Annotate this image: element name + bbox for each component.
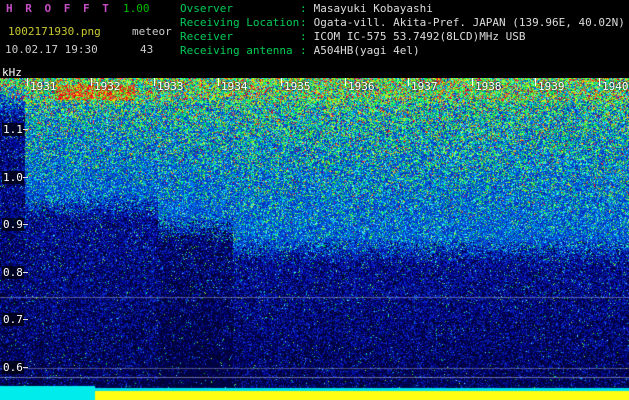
observer-row-label: Receiver — [180, 30, 233, 43]
observer-row-separator: : — [300, 44, 307, 57]
app-title: H R O F F T — [6, 2, 112, 15]
app-version: 1.00 — [123, 2, 150, 15]
observer-row: Receiving antenna: A504HB(yagi 4el) — [180, 44, 625, 58]
observer-row-value: A504HB(yagi 4el) — [313, 44, 420, 57]
observer-row: Receiver: ICOM IC-575 53.7492(8LCD)MHz US… — [180, 30, 625, 44]
output-filename: 1002171930.png — [8, 25, 101, 38]
hrofft-window: H R O F F T 1.00 1002171930.png meteor 1… — [0, 0, 629, 400]
observer-row-label: Ovserver — [180, 2, 233, 15]
observation-datetime: 10.02.17 19:30 — [5, 43, 98, 56]
observer-row: Receiving Location: Ogata-vill. Akita-Pre… — [180, 16, 625, 30]
spectrogram-canvas — [0, 78, 629, 400]
mode-label: meteor — [132, 25, 172, 38]
echo-count: 43 — [140, 43, 154, 56]
observer-row-separator: : — [300, 16, 307, 29]
observer-row-value: ICOM IC-575 53.7492(8LCD)MHz USB — [313, 30, 526, 43]
observer-row-separator: : — [300, 30, 307, 43]
observer-row-label: Receiving Location — [180, 16, 300, 29]
observer-row-separator: : — [300, 2, 307, 15]
observer-info-block: Ovserver: Masayuki Kobayashi Receiving Loc… — [180, 2, 625, 58]
observer-row-value: Masayuki Kobayashi — [313, 2, 433, 15]
observer-row-value: Ogata-vill. Akita-Pref. JAPAN (139.96E, … — [313, 16, 625, 29]
header-bar: H R O F F T 1.00 1002171930.png meteor 1… — [0, 0, 629, 78]
observer-row-label: Receiving antenna — [180, 44, 293, 57]
observer-row: Ovserver: Masayuki Kobayashi — [180, 2, 625, 16]
